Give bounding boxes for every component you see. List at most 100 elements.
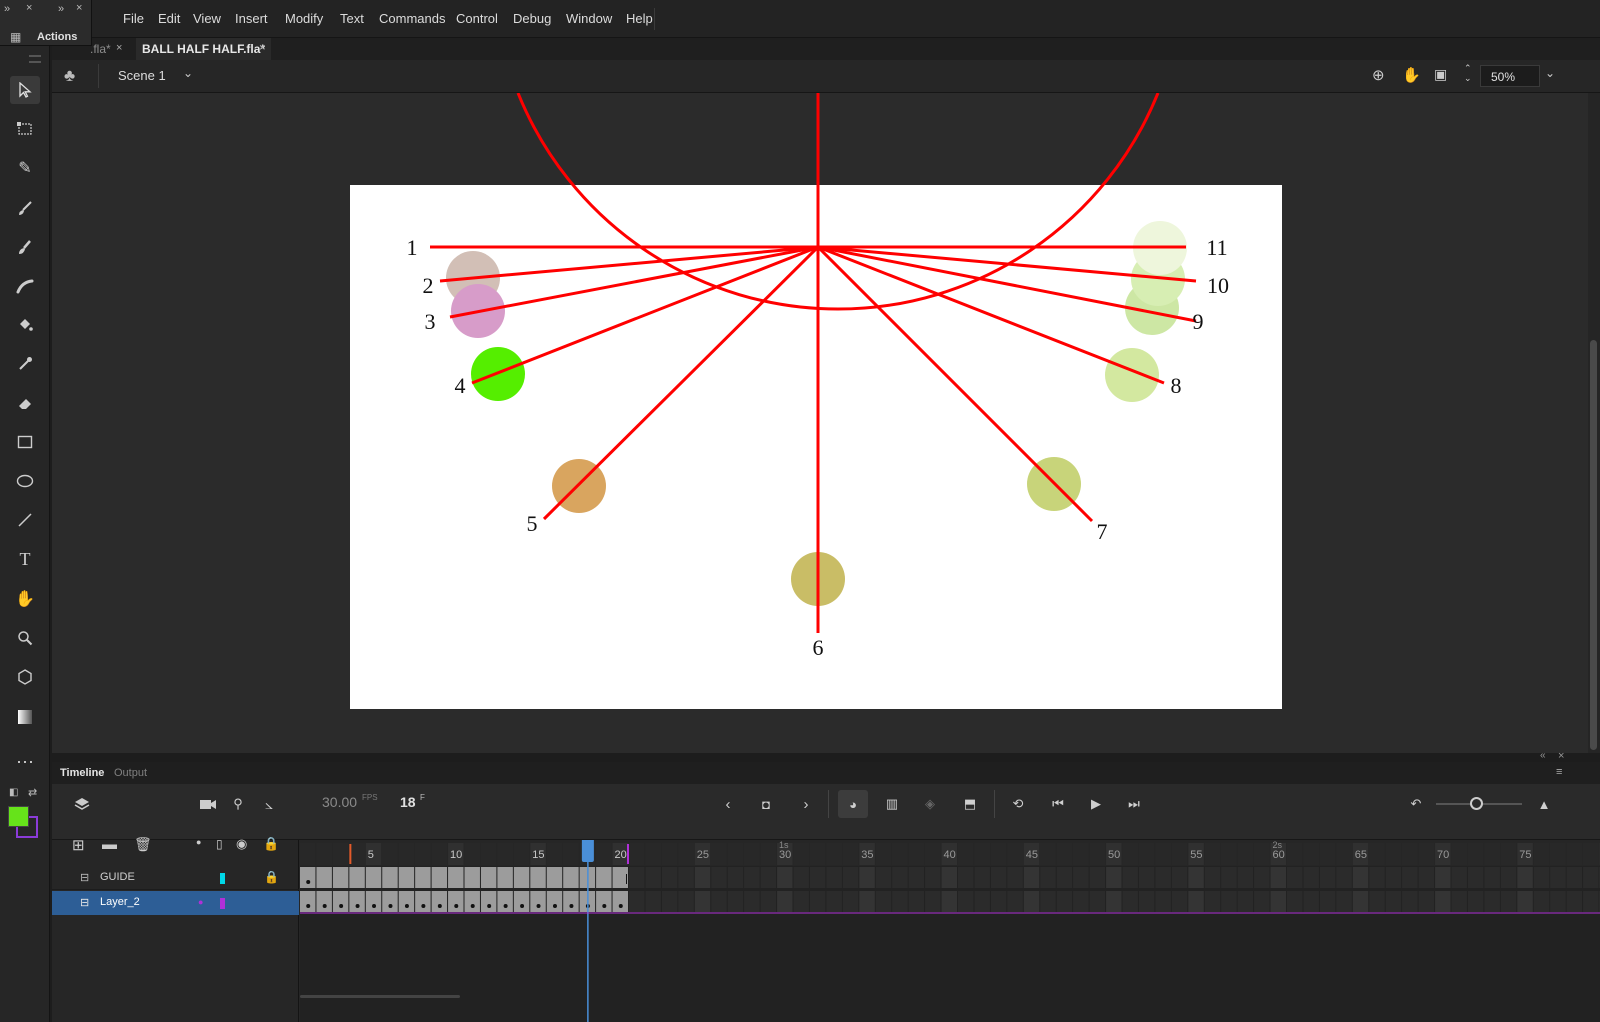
layer-name[interactable]: Layer_2 [100, 896, 140, 908]
menu-view[interactable]: View [193, 11, 221, 26]
eyedropper-tool[interactable] [10, 350, 40, 378]
keyframe-dot [404, 904, 409, 908]
current-frame-value[interactable]: 18 [400, 794, 416, 810]
hand-tool[interactable]: ✋ [10, 585, 40, 613]
ball-7[interactable] [1105, 348, 1159, 402]
stage-canvas[interactable]: 12 3 4 5 6 7 8 910 11 [52, 93, 1600, 753]
stroke-color-swatch[interactable] [8, 806, 29, 827]
fluid-brush-tool[interactable] [10, 272, 40, 300]
oval-tool[interactable] [10, 467, 40, 495]
menu-debug[interactable]: Debug [513, 11, 551, 26]
expand-icon[interactable]: » [58, 3, 64, 15]
new-folder-icon[interactable]: ▬ [102, 836, 117, 853]
collapse-panel-icon[interactable]: « [1540, 750, 1546, 761]
highlight-layer-icon[interactable]: ● [196, 837, 201, 847]
frames-area[interactable]: 5 10 15 20 25 30 35 40 45 50 55 60 65 70 75 1s 2s [300, 840, 1600, 1022]
play-icon[interactable]: ▶ [1086, 794, 1106, 814]
step-back-icon[interactable]: ⏮ [1048, 794, 1068, 814]
menu-edit[interactable]: Edit [158, 11, 180, 26]
camera-icon[interactable] [198, 794, 218, 814]
menu-control[interactable]: Control [456, 11, 498, 26]
text-tool[interactable]: T [10, 545, 40, 573]
parenting-icon[interactable]: ⚲ [228, 794, 248, 814]
actions-label[interactable]: Actions [37, 31, 77, 43]
menu-window[interactable]: Window [566, 11, 612, 26]
brush-tool[interactable] [10, 194, 40, 222]
frame-number: 15 [532, 849, 544, 861]
delete-layer-icon[interactable]: 🗑 [134, 836, 152, 853]
close-icon[interactable]: × [116, 42, 122, 54]
next-keyframe-icon[interactable]: › [796, 794, 816, 814]
paint-bucket-tool[interactable] [10, 311, 40, 339]
swap-colors-icon[interactable]: ⇄ [28, 786, 37, 799]
timeline-hscroll-thumb[interactable] [300, 995, 460, 998]
previous-keyframe-icon[interactable]: ‹ [718, 794, 738, 814]
loop-icon[interactable]: ⟲ [1008, 794, 1028, 814]
lock-icon[interactable]: 🔒 [263, 836, 279, 852]
scene-name[interactable]: Scene 1 [118, 68, 166, 83]
zoom-stepper-icon[interactable]: ⌃ ⌄ [1464, 63, 1472, 83]
layer-row-layer2[interactable]: ⊟ Layer_2 ● [52, 891, 299, 915]
rectangle-tool[interactable] [10, 428, 40, 456]
close-icon[interactable]: × [259, 42, 265, 54]
fps-value[interactable]: 30.00 [322, 794, 357, 810]
tab-timeline[interactable]: Timeline [60, 767, 104, 779]
layer-depth-icon[interactable]: ⦣ [259, 794, 279, 814]
paint-brush-tool[interactable] [10, 233, 40, 261]
stage-scroll-thumb[interactable] [1590, 340, 1597, 750]
more-tools-icon[interactable]: ⋯ [10, 748, 40, 776]
menu-help[interactable]: Help [626, 11, 653, 26]
free-transform-tool[interactable] [10, 115, 40, 143]
create-tween-icon[interactable]: ⬒ [960, 794, 980, 814]
default-colors-icon[interactable]: ◧ [9, 787, 18, 798]
zoom-field[interactable]: 50% [1480, 65, 1540, 87]
close-icon[interactable]: × [1558, 750, 1564, 762]
new-layer-icon[interactable]: ⊞ [72, 836, 85, 854]
actions-panel[interactable]: » × » × ▦ Actions [0, 0, 92, 46]
asset-warp-tool[interactable] [10, 663, 40, 691]
layer-color-swatch[interactable] [220, 898, 225, 909]
layer-dot-icon: ● [198, 897, 204, 907]
menu-modify[interactable]: Modify [285, 11, 323, 26]
tab-output[interactable]: Output [114, 767, 147, 779]
reset-zoom-icon[interactable]: ↶ [1406, 794, 1426, 814]
scene-icon: ♣ [64, 66, 76, 85]
rotate-stage-icon[interactable]: ✋ [1402, 66, 1421, 84]
timeline-zoom-handle[interactable] [1470, 797, 1483, 810]
panel-grip[interactable] [29, 55, 41, 63]
close-icon[interactable]: × [76, 2, 82, 14]
layer-color-swatch[interactable] [220, 873, 225, 884]
layers-icon[interactable] [72, 794, 92, 814]
eraser-tool[interactable] [10, 389, 40, 417]
menu-commands[interactable]: Commands [379, 11, 445, 26]
pasteboard[interactable]: 1 2 3 4 5 6 7 8 9 10 11 [52, 93, 1600, 753]
selection-tool[interactable] [10, 76, 40, 104]
lock-icon[interactable]: 🔒 [264, 870, 279, 884]
chevron-down-icon[interactable]: ⌄ [183, 66, 193, 80]
menu-text[interactable]: Text [340, 11, 364, 26]
zoom-tool[interactable] [10, 624, 40, 652]
layer-name[interactable]: GUIDE [100, 871, 135, 883]
outline-icon[interactable]: ▯ [216, 837, 223, 851]
close-icon[interactable]: × [26, 2, 32, 14]
tools-panel: ✎ T ✋ ⋯ ◧ ⇄ [0, 46, 50, 1022]
layer-row-guide[interactable]: ⊟ GUIDE 🔒 [52, 866, 299, 890]
insert-keyframe-icon[interactable]: ◘ [756, 794, 776, 814]
step-forward-icon[interactable]: ⏭ [1124, 794, 1144, 814]
show-hide-icon[interactable]: ◉ [236, 836, 247, 852]
gradient-tool[interactable] [10, 703, 40, 731]
tab-ball-half-half[interactable]: BALL HALF HALF.fla* [136, 38, 272, 60]
fit-icon[interactable]: ▲ [1534, 794, 1554, 814]
center-stage-icon[interactable]: ⊕ [1372, 66, 1385, 84]
clip-content-icon[interactable]: ▣ [1434, 66, 1447, 83]
onion-skin-icon[interactable]: ◕ [838, 790, 868, 818]
panel-menu-icon[interactable]: ≡ [1556, 766, 1562, 778]
pencil-tool[interactable]: ✎ [10, 154, 40, 182]
tween-icon[interactable]: ◈ [920, 794, 940, 814]
menu-insert[interactable]: Insert [235, 11, 268, 26]
chevron-down-icon[interactable]: ⌄ [1545, 66, 1555, 80]
menu-file[interactable]: File [123, 11, 144, 26]
line-tool[interactable] [10, 506, 40, 534]
edit-multiple-frames-icon[interactable]: ▥ [882, 794, 902, 814]
expand-icon[interactable]: » [4, 3, 10, 15]
